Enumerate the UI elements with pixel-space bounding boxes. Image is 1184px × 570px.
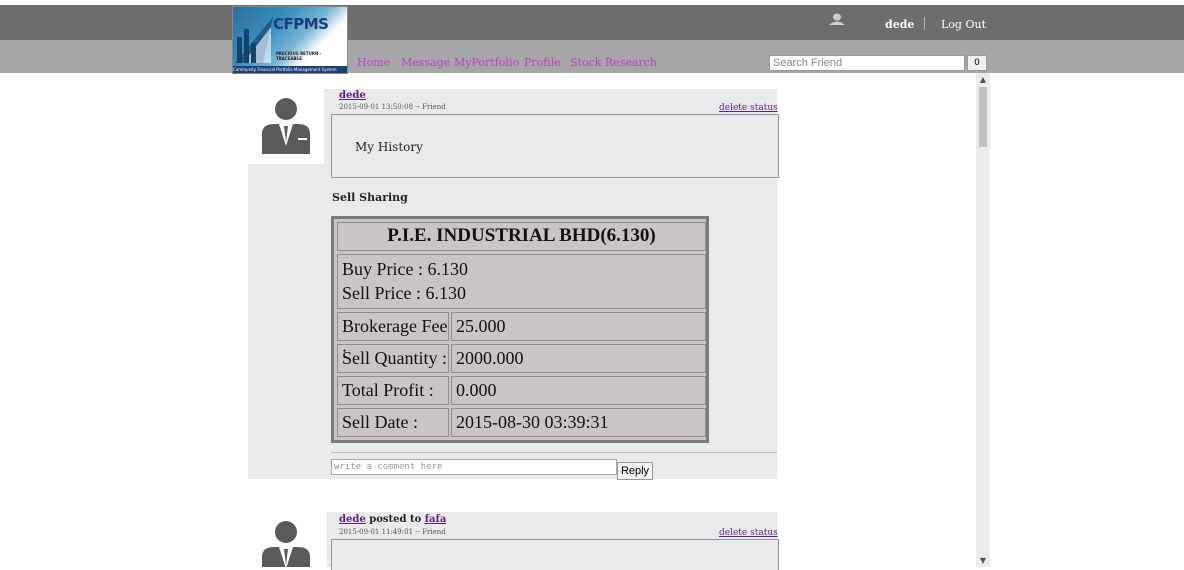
username-link[interactable]: dede xyxy=(885,18,914,31)
post-target-link[interactable]: fafa xyxy=(425,514,447,525)
comment-input[interactable]: write a comment here xyxy=(331,459,617,475)
search-button[interactable]: 0 xyxy=(967,55,987,71)
status-box xyxy=(331,539,779,570)
buy-price: Buy Price : 6.130 xyxy=(342,259,468,279)
scroll-thumb[interactable] xyxy=(979,87,987,147)
sell-date-label: Sell Date : xyxy=(337,408,449,437)
brokerage-label: Brokerage Fee : xyxy=(337,312,449,362)
logo-footer: Community Financial Portfolio Management… xyxy=(233,66,347,73)
logo-text: CFPMS xyxy=(273,15,329,33)
post-author[interactable]: dede xyxy=(339,514,366,525)
logo-tagline: PRECIOUS RETURN · TRACEABLE xyxy=(276,51,322,61)
nav-message[interactable]: Message xyxy=(401,56,450,69)
avatar[interactable] xyxy=(248,88,324,164)
scrollbar[interactable]: ▲ ▼ xyxy=(976,73,990,567)
price-cell: Buy Price : 6.130 Sell Price : 6.130 xyxy=(337,254,706,309)
user-silhouette-icon xyxy=(829,13,845,25)
post-header: dede posted to fafa xyxy=(339,514,446,525)
profit-label: Total Profit : xyxy=(337,376,449,405)
quantity-label: Sell Quantity : xyxy=(337,344,449,373)
brokerage-value: 25.000 xyxy=(451,312,706,341)
stock-title: P.I.E. INDUSTRIAL BHD(6.130) xyxy=(337,222,706,251)
post-author[interactable]: dede xyxy=(339,90,366,101)
user-avatar-icon xyxy=(262,521,310,567)
top-bar xyxy=(0,5,1184,40)
search-friend-input[interactable]: Search Friend xyxy=(769,55,965,71)
sell-date-value: 2015-08-30 03:39:31 xyxy=(451,408,706,437)
scroll-down-arrow-icon[interactable]: ▼ xyxy=(976,556,990,565)
nav-profile[interactable]: Profile xyxy=(524,56,561,69)
delete-status-link[interactable]: delete status xyxy=(719,103,778,113)
quantity-value: 2000.000 xyxy=(451,344,706,373)
status-text: My History xyxy=(355,140,423,154)
divider xyxy=(331,452,777,453)
section-heading: Sell Sharing xyxy=(332,191,408,204)
post-meta: 2015-09-01 11:49:01 -- Friend xyxy=(339,528,446,536)
logo[interactable]: CFPMS PRECIOUS RETURN · TRACEABLE Commun… xyxy=(232,6,348,74)
post-meta: 2015-09-01 13:50:08 -- Friend xyxy=(339,103,446,111)
logout-link[interactable]: Log Out xyxy=(941,18,986,31)
scroll-up-arrow-icon[interactable]: ▲ xyxy=(976,75,990,84)
nav-stock-research[interactable]: Stock Research xyxy=(570,56,657,69)
logo-chart-icon xyxy=(235,17,273,63)
avatar[interactable] xyxy=(248,511,324,567)
divider xyxy=(924,17,925,30)
delete-status-link[interactable]: delete status xyxy=(719,528,778,538)
nav-myportfolio[interactable]: MyPortfolio xyxy=(454,56,519,69)
sell-price: Sell Price : 6.130 xyxy=(342,283,466,303)
user-avatar-icon xyxy=(262,98,310,154)
posted-to-text: posted to xyxy=(369,514,422,525)
nav-home[interactable]: Home xyxy=(357,56,390,69)
reply-button[interactable]: Reply xyxy=(617,462,653,480)
profit-value: 0.000 xyxy=(451,376,706,405)
